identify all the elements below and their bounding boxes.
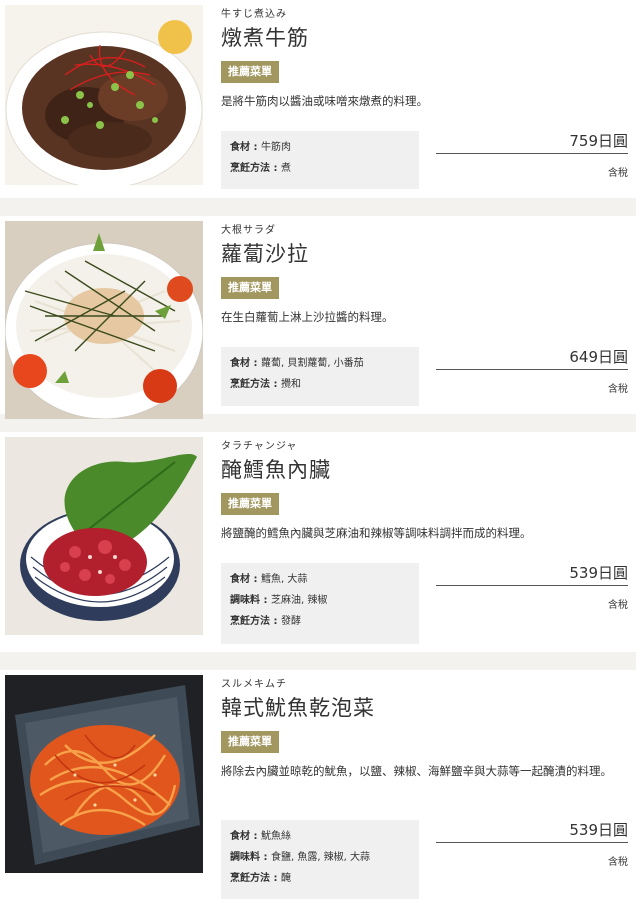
dish-japanese-name: 大根サラダ — [221, 225, 276, 236]
spec-seasoning: 調味料 : 食鹽, 魚露, 辣椒, 大蒜 — [230, 852, 371, 863]
spec-cooking-method: 烹飪方法 : 煮 — [230, 163, 291, 174]
spec-ingredients: 食材 : 牛筋肉 — [230, 142, 291, 153]
dish-price: 759日圓 — [436, 131, 628, 154]
dish-description: 在生白蘿蔔上淋上沙拉醬的料理。 — [221, 310, 394, 324]
recommended-badge: 推薦菜單 — [221, 277, 279, 299]
dish-price: 539日圓 — [436, 820, 628, 843]
dish-photo-squid-kimchi[interactable] — [5, 675, 203, 873]
dish-title[interactable]: 醃鱈魚內臟 — [221, 456, 628, 484]
spec-ingredients: 食材 : 魷魚絲 — [230, 831, 291, 842]
dish-title[interactable]: 韓式魷魚乾泡菜 — [221, 694, 628, 722]
tax-included-label: 含稅 — [608, 384, 628, 395]
spec-cooking-method: 烹飪方法 : 攪和 — [230, 379, 301, 390]
dish-description: 將除去內臟並晾乾的魷魚，以鹽、辣椒、海鮮鹽辛與大蒜等一起醃漬的料理。 — [221, 764, 612, 778]
dish-photo-radish-salad[interactable] — [5, 221, 203, 419]
dish-japanese-name: 牛すじ煮込み — [221, 9, 287, 20]
dish-specs: 食材 : 蘿蔔, 貝割蘿蔔, 小番茄 烹飪方法 : 攪和 — [221, 347, 419, 406]
spec-cooking-method: 烹飪方法 : 發酵 — [230, 616, 301, 627]
dish-specs: 食材 : 魷魚絲 調味料 : 食鹽, 魚露, 辣椒, 大蒜 烹飪方法 : 醃 — [221, 820, 419, 899]
menu-item-card[interactable]: タラチャンジャ 醃鱈魚內臟 推薦菜單 將鹽醃的鱈魚內臟與芝麻油和辣椒等調味料調拌… — [0, 432, 636, 652]
recommended-badge: 推薦菜單 — [221, 731, 279, 753]
dish-price: 539日圓 — [436, 563, 628, 586]
dish-price: 649日圓 — [436, 347, 628, 370]
spec-seasoning: 調味料 : 芝麻油, 辣椒 — [230, 595, 328, 606]
dish-specs: 食材 : 鱈魚, 大蒜 調味料 : 芝麻油, 辣椒 烹飪方法 : 發酵 — [221, 563, 419, 644]
recommended-badge: 推薦菜單 — [221, 493, 279, 515]
spec-ingredients: 食材 : 蘿蔔, 貝割蘿蔔, 小番茄 — [230, 358, 364, 369]
dish-photo-cod-innards[interactable] — [5, 437, 203, 635]
tax-included-label: 含稅 — [608, 600, 628, 611]
dish-description: 將鹽醃的鱈魚內臟與芝麻油和辣椒等調味料調拌而成的料理。 — [221, 526, 532, 540]
menu-item-card[interactable]: スルメキムチ 韓式魷魚乾泡菜 推薦菜單 將除去內臟並晾乾的魷魚，以鹽、辣椒、海鮮… — [0, 670, 636, 899]
recommended-badge: 推薦菜單 — [221, 61, 279, 83]
dish-description: 是將牛筋肉以醬油或味噌來燉煮的料理。 — [221, 94, 428, 108]
menu-item-card[interactable]: 牛すじ煮込み 燉煮牛筋 推薦菜單 是將牛筋肉以醬油或味噌來燉煮的料理。 食材 :… — [0, 0, 636, 198]
spec-cooking-method: 烹飪方法 : 醃 — [230, 873, 291, 884]
dish-japanese-name: スルメキムチ — [221, 679, 287, 690]
tax-included-label: 含稅 — [608, 168, 628, 179]
dish-japanese-name: タラチャンジャ — [221, 441, 298, 452]
spec-ingredients: 食材 : 鱈魚, 大蒜 — [230, 574, 308, 585]
menu-item-card[interactable]: 大根サラダ 蘿蔔沙拉 推薦菜單 在生白蘿蔔上淋上沙拉醬的料理。 食材 : 蘿蔔,… — [0, 216, 636, 419]
dish-specs: 食材 : 牛筋肉 烹飪方法 : 煮 — [221, 131, 419, 189]
dish-photo-beef-tendon[interactable] — [5, 5, 203, 185]
dish-title[interactable]: 燉煮牛筋 — [221, 24, 628, 52]
dish-title[interactable]: 蘿蔔沙拉 — [221, 240, 628, 268]
tax-included-label: 含稅 — [608, 857, 628, 868]
menu-list: 牛すじ煮込み 燉煮牛筋 推薦菜單 是將牛筋肉以醬油或味噌來燉煮的料理。 食材 :… — [0, 0, 636, 899]
